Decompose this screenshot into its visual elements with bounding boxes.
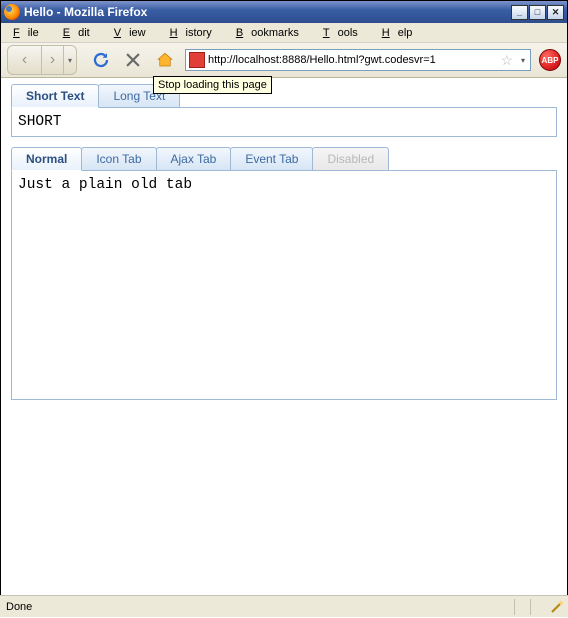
status-segment bbox=[530, 599, 546, 615]
menubar: File Edit View History Bookmarks Tools H… bbox=[1, 23, 567, 43]
tab-normal[interactable]: Normal bbox=[11, 147, 82, 171]
tab-disabled: Disabled bbox=[312, 147, 389, 170]
chevron-down-icon: ▾ bbox=[68, 56, 72, 65]
stop-icon bbox=[124, 51, 142, 69]
maximize-button[interactable]: □ bbox=[529, 5, 546, 20]
firefox-icon bbox=[4, 4, 20, 20]
back-button[interactable]: ‹ bbox=[7, 45, 41, 75]
status-text: Done bbox=[6, 601, 32, 613]
tab-icon-tab[interactable]: Icon Tab bbox=[81, 147, 156, 170]
menu-tools[interactable]: Tools bbox=[315, 25, 374, 41]
page-favicon bbox=[189, 52, 205, 68]
reload-icon bbox=[92, 51, 110, 69]
nav-history-dropdown[interactable]: ▾ bbox=[63, 45, 77, 75]
tab-ajax-tab[interactable]: Ajax Tab bbox=[156, 147, 232, 170]
url-text[interactable]: http://localhost:8888/Hello.html?gwt.cod… bbox=[208, 54, 497, 66]
home-button[interactable] bbox=[155, 50, 175, 70]
minimize-button[interactable]: _ bbox=[511, 5, 528, 20]
url-bar[interactable]: http://localhost:8888/Hello.html?gwt.cod… bbox=[185, 49, 531, 71]
tab-event-tab[interactable]: Event Tab bbox=[230, 147, 313, 170]
menu-bookmarks[interactable]: Bookmarks bbox=[228, 25, 315, 41]
status-segment bbox=[514, 599, 530, 615]
reload-button[interactable] bbox=[91, 50, 111, 70]
menu-view[interactable]: View bbox=[106, 25, 162, 41]
tab-row-2: Normal Icon Tab Ajax Tab Event Tab Disab… bbox=[11, 147, 557, 170]
menu-history[interactable]: History bbox=[162, 25, 228, 41]
tab-content-2: Just a plain old tab bbox=[11, 170, 557, 400]
window-controls: _ □ ✕ bbox=[510, 5, 564, 20]
wand-icon bbox=[549, 599, 565, 615]
tabset-normal: Normal Icon Tab Ajax Tab Event Tab Disab… bbox=[11, 147, 557, 400]
menu-file[interactable]: File bbox=[5, 25, 55, 41]
menu-edit[interactable]: Edit bbox=[55, 25, 106, 41]
chevron-left-icon: ‹ bbox=[22, 51, 27, 69]
close-button[interactable]: ✕ bbox=[547, 5, 564, 20]
status-icon[interactable] bbox=[546, 599, 562, 615]
tab-row-1: Short Text Long Text bbox=[11, 84, 557, 107]
toolbar: ‹ › ▾ http://localhost:8888/Hello.html?g… bbox=[1, 43, 567, 78]
page-content: Short Text Long Text SHORT Normal Icon T… bbox=[1, 78, 567, 400]
tabset-short-long: Short Text Long Text SHORT bbox=[11, 84, 557, 137]
tooltip: Stop loading this page bbox=[153, 76, 272, 94]
bookmark-star-icon[interactable]: ☆ bbox=[500, 52, 513, 69]
menu-help[interactable]: Help bbox=[374, 25, 429, 41]
abp-button[interactable]: ABP bbox=[539, 49, 561, 71]
statusbar: Done bbox=[0, 595, 568, 617]
stop-button[interactable] bbox=[123, 50, 143, 70]
tab-short-text[interactable]: Short Text bbox=[11, 84, 99, 108]
chevron-right-icon: › bbox=[50, 51, 55, 69]
forward-button[interactable]: › bbox=[41, 45, 63, 75]
titlebar[interactable]: Hello - Mozilla Firefox _ □ ✕ bbox=[1, 1, 567, 23]
tab-content-1: SHORT bbox=[11, 107, 557, 137]
window-title: Hello - Mozilla Firefox bbox=[24, 5, 147, 19]
url-dropdown-icon[interactable]: ▾ bbox=[516, 56, 530, 65]
home-icon bbox=[156, 51, 174, 69]
